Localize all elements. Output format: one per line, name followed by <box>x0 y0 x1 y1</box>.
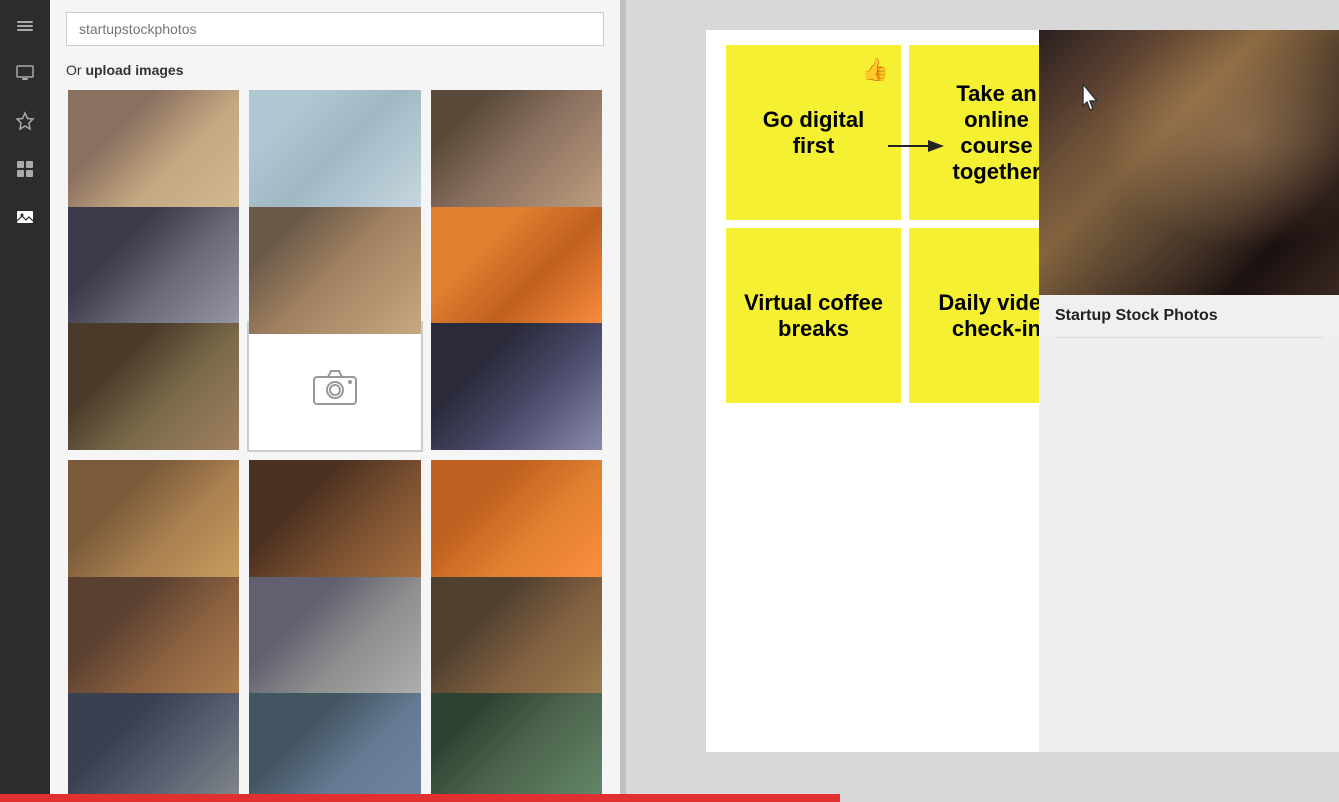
search-container: startupstockphotos <box>50 0 620 56</box>
search-input[interactable]: startupstockphotos <box>66 12 604 46</box>
note-text-coffee-breaks: Virtual coffee breaks <box>742 290 885 342</box>
note-text-go-digital: Go digital first <box>742 107 885 159</box>
photo-item[interactable] <box>66 691 241 802</box>
photo-item[interactable] <box>66 321 241 452</box>
image-side-panel: Startup Stock Photos <box>1039 30 1339 752</box>
grid-icon[interactable] <box>10 154 40 184</box>
sticky-note-go-digital[interactable]: 👍 Go digital first <box>726 45 901 220</box>
photo-item[interactable] <box>247 691 422 802</box>
layers-icon[interactable] <box>10 10 40 40</box>
image-icon[interactable] <box>10 202 40 232</box>
divider-line <box>1055 337 1323 338</box>
photo-item[interactable] <box>429 205 604 336</box>
bottom-progress-bar <box>0 794 840 802</box>
photo-item[interactable] <box>429 575 604 706</box>
photo-item[interactable] <box>247 205 422 336</box>
photo-item[interactable] <box>429 321 604 452</box>
upload-label: Or upload images <box>50 56 620 88</box>
photo-item[interactable] <box>66 458 241 589</box>
photo-item[interactable] <box>429 691 604 802</box>
thumbs-up-icon: 👍 <box>862 57 889 83</box>
photo-item[interactable] <box>429 458 604 589</box>
photo-grid <box>50 88 620 802</box>
photo-item[interactable] <box>66 88 241 219</box>
sticky-note-coffee-breaks[interactable]: Virtual coffee breaks <box>726 228 901 403</box>
photo-item[interactable] <box>247 88 422 219</box>
photo-item[interactable] <box>247 575 422 706</box>
arrow-between-notes <box>888 135 948 157</box>
photo-item[interactable] <box>66 205 241 336</box>
photo-item[interactable] <box>66 575 241 706</box>
canvas-area[interactable]: 👍 Go digital first Take an online course… <box>626 0 1339 802</box>
photo-item[interactable] <box>429 88 604 219</box>
image-preview[interactable] <box>1039 30 1339 295</box>
image-preview-label: Startup Stock Photos <box>1039 295 1339 337</box>
upload-link[interactable]: upload images <box>85 62 183 78</box>
sidebar <box>0 0 50 802</box>
monitor-icon[interactable] <box>10 58 40 88</box>
sticky-notes-area: 👍 Go digital first Take an online course… <box>726 45 1084 403</box>
star-icon[interactable] <box>10 106 40 136</box>
photo-panel: startupstockphotos Or upload images <box>50 0 620 802</box>
camera-upload-button[interactable] <box>247 321 422 452</box>
photo-item[interactable] <box>247 458 422 589</box>
